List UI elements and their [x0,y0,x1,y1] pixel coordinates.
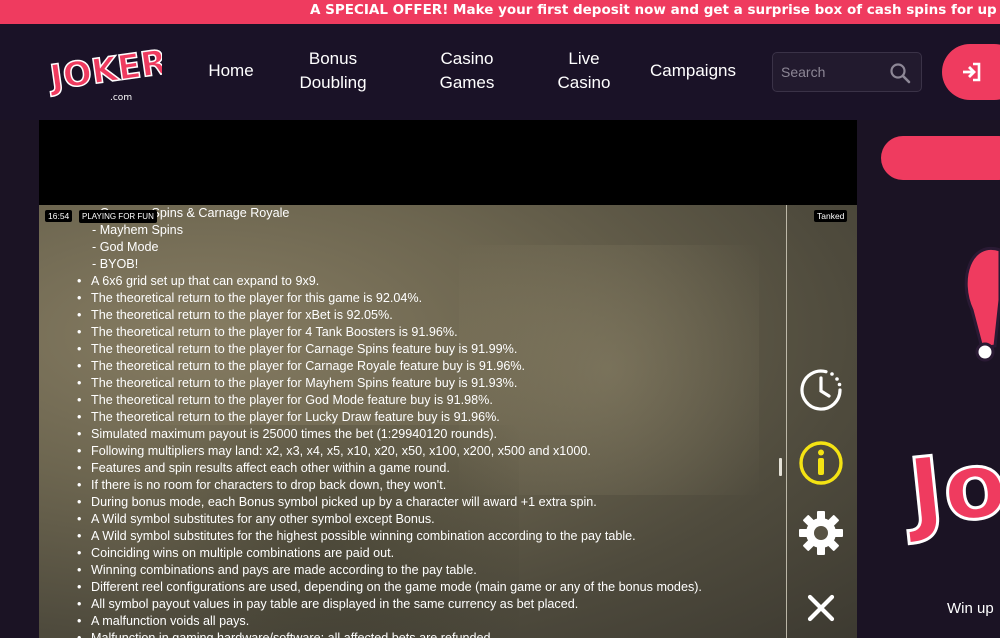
rule-item: Features and spin results affect each ot… [77,460,777,477]
rules-sub-item: - Mayhem Spins [92,223,183,237]
nav-live-casino[interactable]: Live Casino [548,47,620,95]
rule-item: A 6x6 grid set up that can expand to 9x9… [77,273,777,290]
rule-item: Following multipliers may land: x2, x3, … [77,443,777,460]
rules-sub-item: - God Mode [92,240,159,254]
rules-list: A 6x6 grid set up that can expand to 9x9… [77,273,777,638]
rules-sub-item: - BYOB! [92,257,139,271]
side-promo-text: Win up [947,600,994,617]
rule-item: The theoretical return to the player for… [77,341,777,358]
rule-item: The theoretical return to the player for… [77,392,777,409]
rule-item: All symbol payout values in pay table ar… [77,596,777,613]
settings-gear-icon[interactable] [796,508,846,558]
rule-item: If there is no room for characters to dr… [77,477,777,494]
promo-text: A SPECIAL OFFER! Make your first deposit… [310,2,1000,18]
rule-item: The theoretical return to the player for… [77,358,777,375]
nav-casino-games[interactable]: Casino Games [427,47,507,95]
rule-item: Malfunction in gaming hardware/software:… [77,630,777,638]
rule-item: Simulated maximum payout is 25000 times … [77,426,777,443]
rule-item: A malfunction voids all pays. [77,613,777,630]
rule-item: The theoretical return to the player for… [77,375,777,392]
side-jokeri-logo: Jo [900,246,1000,549]
rules-scrollbar[interactable] [779,458,782,476]
search-input[interactable] [781,61,887,83]
rule-item: The theoretical return to the player for… [77,409,777,426]
game-info-screen[interactable]: - Carnage Spins & Carnage Royale - Mayhe… [39,205,857,638]
login-button[interactable] [942,44,1000,100]
nav-bonus-doubling[interactable]: Bonus Doubling [290,47,376,95]
game-rules-text: - Carnage Spins & Carnage Royale - Mayhe… [77,205,777,638]
side-cta-button[interactable] [881,136,1000,180]
rule-item: A Wild symbol substitutes for the highes… [77,528,777,545]
history-clock-icon[interactable] [796,365,846,415]
rule-item: The theoretical return to the player for… [77,290,777,307]
clock-badge: 16:54 [45,210,73,222]
search-icon[interactable] [889,62,911,84]
close-icon[interactable] [796,590,846,630]
svg-text:JOKERI: JOKERI [46,41,162,99]
rule-item: Winning combinations and pays are made a… [77,562,777,579]
game-frame[interactable]: - Carnage Spins & Carnage Royale - Mayhe… [39,120,857,638]
user-login-icon [963,62,981,82]
rule-item: The theoretical return to the player for… [77,324,777,341]
nav-campaigns[interactable]: Campaigns [642,59,744,83]
rule-item: The theoretical return to the player for… [77,307,777,324]
svg-text:Jo: Jo [900,430,1000,547]
rule-item: A Wild symbol substitutes for any other … [77,511,777,528]
rules-sub-item: - Carnage Spins & Carnage Royale [92,206,290,220]
info-icon[interactable] [796,438,846,488]
game-title-badge: Tanked [814,210,848,222]
play-mode-badge: PLAYING FOR FUN [79,210,157,223]
rule-item: During bonus mode, each Bonus symbol pic… [77,494,777,511]
panel-divider [786,205,787,638]
rule-item: Coinciding wins on multiple combinations… [77,545,777,562]
search-box[interactable] [772,52,922,92]
jokeri-logo[interactable]: JOKERI .com [46,38,162,104]
site-header: JOKERI .com Home Bonus Doubling Casino G… [0,24,1000,120]
rule-item: Different reel configurations are used, … [77,579,777,596]
svg-text:.com: .com [110,93,132,103]
nav-home[interactable]: Home [200,59,262,83]
promo-banner[interactable]: A SPECIAL OFFER! Make your first deposit… [0,0,1000,24]
